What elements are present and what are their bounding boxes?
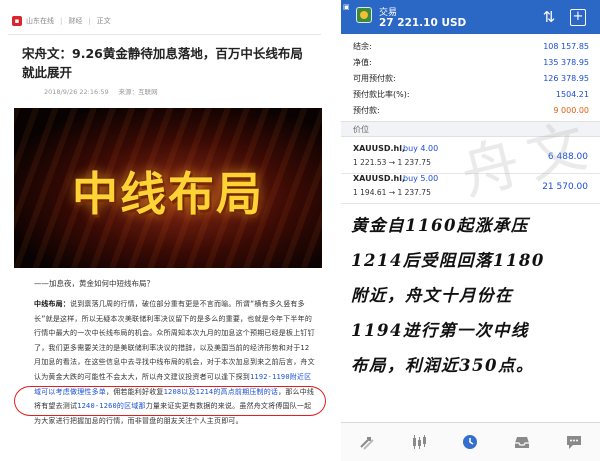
- position-symbol: XAUUSD.hl,: [353, 174, 406, 183]
- inbox-icon[interactable]: [506, 426, 538, 458]
- note-line: 附近，舟文十月份在: [351, 286, 513, 305]
- bottom-navigation: [341, 422, 600, 461]
- divider: [8, 34, 321, 35]
- red-annotation-oval: [14, 386, 326, 416]
- position-prices: 1 194.61 → 1 237.75: [353, 188, 431, 197]
- position-prices: 1 221.53 → 1 237.75: [353, 158, 431, 167]
- article-meta: 2018/9/26 22:16:59 来源：互联网: [44, 86, 166, 96]
- article-datetime: 2018/9/26 22:16:59: [44, 88, 109, 96]
- note-line: 布局，利润近350点。: [351, 356, 534, 375]
- site-logo-icon: ▪: [12, 16, 22, 26]
- breadcrumb-section[interactable]: 财经: [68, 16, 82, 26]
- history-icon[interactable]: [454, 426, 486, 458]
- breadcrumb-page: 正文: [96, 17, 111, 25]
- position-side: buy 4.00: [403, 144, 439, 153]
- note-line: 1194进行第一次中线: [351, 321, 529, 340]
- article-source: 来源：互联网: [118, 88, 158, 96]
- breadcrumb-site[interactable]: 山东在线: [26, 16, 54, 26]
- body-lead-label: 中线布局：: [34, 300, 70, 308]
- note-line: 1214后受阻回落1180: [351, 251, 545, 270]
- article-screenshot: ▪ 山东在线 | 财经 | 正文 宋舟文：9.26黄金静待加息落地，百万中长线布…: [0, 0, 329, 461]
- app-header: ▣ 交易 27 221.10 USD ⇅ +: [341, 0, 600, 34]
- status-bar-icon: ▣: [343, 3, 350, 11]
- trade-arrows-icon[interactable]: [351, 426, 383, 458]
- body-paragraph-1: 说到禀落几周的行情，破位部分重有更是不言而喻。所谓“横有多久竖有多长”就是这样，…: [34, 300, 315, 381]
- app-logo-icon: [356, 7, 372, 23]
- sort-icon[interactable]: ⇅: [539, 8, 559, 26]
- account-row-balance: 结余: 108 157.85: [353, 42, 589, 51]
- trading-app-screenshot: ▣ 交易 27 221.10 USD ⇅ + 结余: 108 157.85 净值…: [341, 0, 600, 461]
- banner-text: 中线布局: [72, 167, 264, 221]
- breadcrumb: ▪ 山东在线 | 财经 | 正文: [12, 14, 111, 28]
- article-banner-image: 中线布局: [14, 108, 322, 268]
- candlestick-chart-icon[interactable]: [403, 426, 435, 458]
- article-subheading: ——加息夜，黄金如何中短线布局？: [34, 279, 154, 288]
- add-order-icon[interactable]: +: [570, 9, 586, 26]
- position-side: buy 5.00: [403, 174, 439, 183]
- account-balance: 27 221.10 USD: [379, 17, 467, 29]
- account-row-margin-level: 预付款比率(%): 1504.21: [353, 90, 589, 99]
- account-row-equity: 净值: 135 378.95: [353, 58, 589, 67]
- article-title: 宋舟文：9.26黄金静待加息落地，百万中长线布局就此展开: [22, 46, 303, 80]
- handwritten-note: 黄金自1160起涨承压 1214后受阻回落1180 附近，舟文十月份在 1194…: [351, 208, 597, 383]
- position-symbol: XAUUSD.hl,: [353, 144, 406, 153]
- chat-icon[interactable]: [558, 426, 590, 458]
- note-line: 黄金自1160起涨承压: [351, 216, 529, 235]
- account-row-free-margin: 可用预付款: 126 378.95: [353, 74, 589, 83]
